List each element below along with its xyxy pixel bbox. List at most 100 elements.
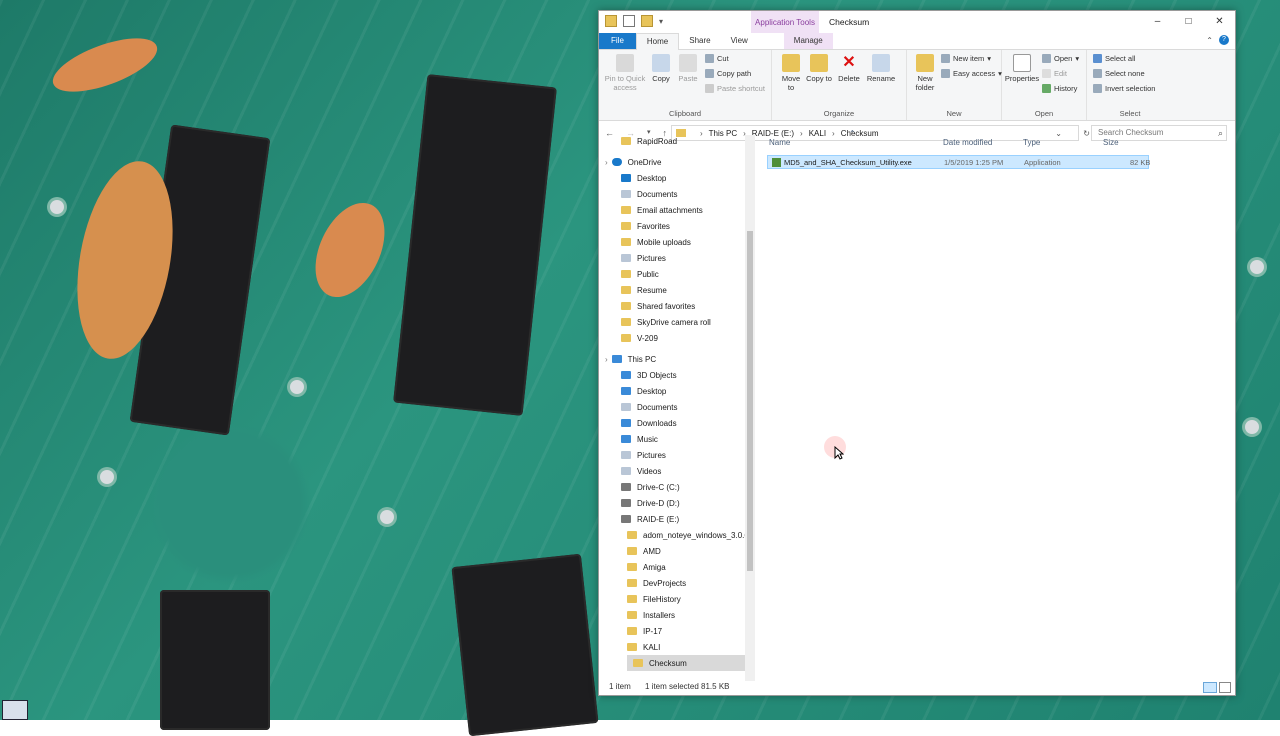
nav-item-onedrive-3[interactable]: Favorites	[621, 218, 670, 234]
history-button[interactable]: History	[1042, 84, 1077, 93]
nav-item-raid-5[interactable]: Installers	[627, 607, 675, 623]
title-bar[interactable]: ▾ Application Tools Checksum – □ ✕	[599, 11, 1235, 33]
nav-item-raid-6[interactable]: IP-17	[627, 623, 662, 639]
ribbon-collapse-icon[interactable]: ⌃	[1206, 36, 1213, 45]
nav-item-label: AMD	[643, 546, 661, 556]
tab-view[interactable]: View	[721, 33, 758, 49]
nav-item-pc-3[interactable]: Downloads	[621, 415, 677, 431]
nav-item-raid-8[interactable]: Checksum	[627, 655, 745, 671]
tab-file[interactable]: File	[599, 33, 636, 49]
nav-scrollbar-thumb[interactable]	[747, 231, 753, 571]
nav-item-raid-2[interactable]: Amiga	[627, 559, 666, 575]
nav-item-label: Shared favorites	[637, 301, 696, 311]
solder-pad	[50, 200, 64, 214]
nav-item-pc-0[interactable]: 3D Objects	[621, 367, 677, 383]
paste-label: Paste	[678, 74, 698, 83]
nav-item-onedrive-2[interactable]: Email attachments	[621, 202, 703, 218]
pin-to-quick-access-button[interactable]: Pin to Quick access	[603, 54, 647, 92]
file-explorer-window[interactable]: ▾ Application Tools Checksum – □ ✕ File …	[598, 10, 1236, 696]
edit-icon	[1042, 69, 1051, 78]
nav-item-pc-6[interactable]: Videos	[621, 463, 661, 479]
nav-item-label: OneDrive	[627, 157, 662, 167]
rename-button[interactable]: Rename	[866, 54, 896, 83]
nav-item-onedrive-5[interactable]: Pictures	[621, 250, 666, 266]
nav-item-onedrive-9[interactable]: SkyDrive camera roll	[621, 314, 711, 330]
open-button[interactable]: Open ▾	[1042, 54, 1079, 63]
close-button[interactable]: ✕	[1204, 11, 1235, 31]
properties-label: Properties	[1004, 74, 1040, 83]
nav-item-raid-4[interactable]: FileHistory	[627, 591, 681, 607]
details-view-icon[interactable]	[1203, 682, 1217, 693]
invert-selection-button[interactable]: Invert selection	[1093, 84, 1155, 93]
paste-shortcut-button[interactable]: Paste shortcut	[705, 84, 765, 93]
minimize-button[interactable]: –	[1142, 11, 1173, 31]
easy-access-icon	[941, 69, 950, 78]
tab-manage[interactable]: Manage	[783, 33, 833, 49]
new-folder-button[interactable]: New folder	[913, 54, 937, 92]
easy-access-button[interactable]: Easy access ▾	[941, 69, 1002, 78]
nav-item-pc-2[interactable]: Documents	[621, 399, 677, 415]
delete-button[interactable]: ✕ Delete	[836, 54, 862, 83]
nav-item-pc-1[interactable]: Desktop	[621, 383, 666, 399]
nav-item-raid-0[interactable]: adom_noteye_windows_3.0.6	[627, 527, 745, 543]
tab-share[interactable]: Share	[679, 33, 720, 49]
properties-button[interactable]: Properties	[1004, 54, 1040, 83]
cut-button[interactable]: Cut	[705, 54, 729, 63]
folder-icon	[621, 499, 631, 507]
table-row[interactable]: MD5_and_SHA_Checksum_Utility.exe 1/5/201…	[767, 155, 1150, 169]
help-icon[interactable]: ?	[1219, 35, 1229, 45]
nav-item-label: KALI	[643, 642, 661, 652]
nav-item-pc-4[interactable]: Music	[621, 431, 658, 447]
nav-item-raid-1[interactable]: AMD	[627, 543, 661, 559]
nav-item-onedrive-1[interactable]: Documents	[621, 186, 677, 202]
computer-icon	[611, 355, 622, 363]
nav-item-pc-5[interactable]: Pictures	[621, 447, 666, 463]
new-folder-quick-icon[interactable]	[641, 15, 653, 27]
properties-quick-icon[interactable]	[623, 15, 635, 27]
expand-chevron-icon[interactable]: ›	[605, 158, 608, 167]
nav-item-label: Music	[637, 434, 658, 444]
nav-item-onedrive-0[interactable]: Desktop	[621, 170, 666, 186]
nav-item-onedrive-4[interactable]: Mobile uploads	[621, 234, 691, 250]
move-to-button[interactable]: Move to	[778, 54, 804, 92]
copy-to-button[interactable]: Copy to	[806, 54, 832, 83]
copy-path-button[interactable]: Copy path	[705, 69, 751, 78]
navigation-pane[interactable]: RapidRoad › OneDrive Desktop Documents Ema…	[599, 135, 745, 681]
cut-label: Cut	[717, 54, 729, 63]
nav-item-pc-8[interactable]: Drive-D (D:)	[621, 495, 680, 511]
edit-button[interactable]: Edit	[1042, 69, 1067, 78]
nav-item-onedrive-10[interactable]: V-209	[621, 330, 658, 346]
file-list[interactable]: Name ⌃ Date modified Type Size MD5_and_S…	[759, 129, 1229, 681]
maximize-button[interactable]: □	[1173, 11, 1204, 31]
tab-home[interactable]: Home	[635, 33, 680, 50]
new-item-button[interactable]: New item ▾	[941, 54, 991, 63]
nav-item-onedrive-6[interactable]: Public	[621, 266, 659, 282]
nav-item-onedrive-8[interactable]: Shared favorites	[621, 298, 695, 314]
nav-item-label: Downloads	[637, 418, 677, 428]
column-header-type[interactable]: Type	[1023, 138, 1040, 147]
large-icons-view-icon[interactable]	[1219, 682, 1231, 693]
nav-item-pc-7[interactable]: Drive-C (C:)	[621, 479, 680, 495]
paste-shortcut-icon	[705, 84, 714, 93]
taskbar-app-icon[interactable]	[2, 700, 28, 720]
select-all-icon	[1093, 54, 1102, 63]
nav-item-pc-9[interactable]: RAID-E (E:)	[621, 511, 679, 527]
column-header-name[interactable]: Name	[769, 138, 790, 147]
nav-item-rapidroad[interactable]: RapidRoad	[621, 135, 677, 149]
nav-item-onedrive-7[interactable]: Resume	[621, 282, 667, 298]
paste-button[interactable]: Paste	[677, 54, 699, 83]
column-header-size[interactable]: Size	[1103, 138, 1119, 147]
open-icon	[1042, 54, 1051, 63]
nav-item-this-pc[interactable]: › This PC	[605, 351, 656, 367]
copy-button[interactable]: Copy	[649, 54, 673, 83]
nav-item-onedrive[interactable]: › OneDrive	[605, 154, 661, 170]
column-header-date[interactable]: Date modified	[943, 138, 992, 147]
nav-item-raid-3[interactable]: DevProjects	[627, 575, 686, 591]
select-all-button[interactable]: Select all	[1093, 54, 1135, 63]
folder-icon	[627, 579, 637, 587]
nav-scrollbar[interactable]	[745, 135, 755, 681]
nav-item-raid-7[interactable]: KALI	[627, 639, 660, 655]
expand-chevron-icon[interactable]: ›	[605, 355, 608, 364]
select-none-button[interactable]: Select none	[1093, 69, 1145, 78]
customize-toolbar-icon[interactable]: ▾	[659, 17, 663, 26]
